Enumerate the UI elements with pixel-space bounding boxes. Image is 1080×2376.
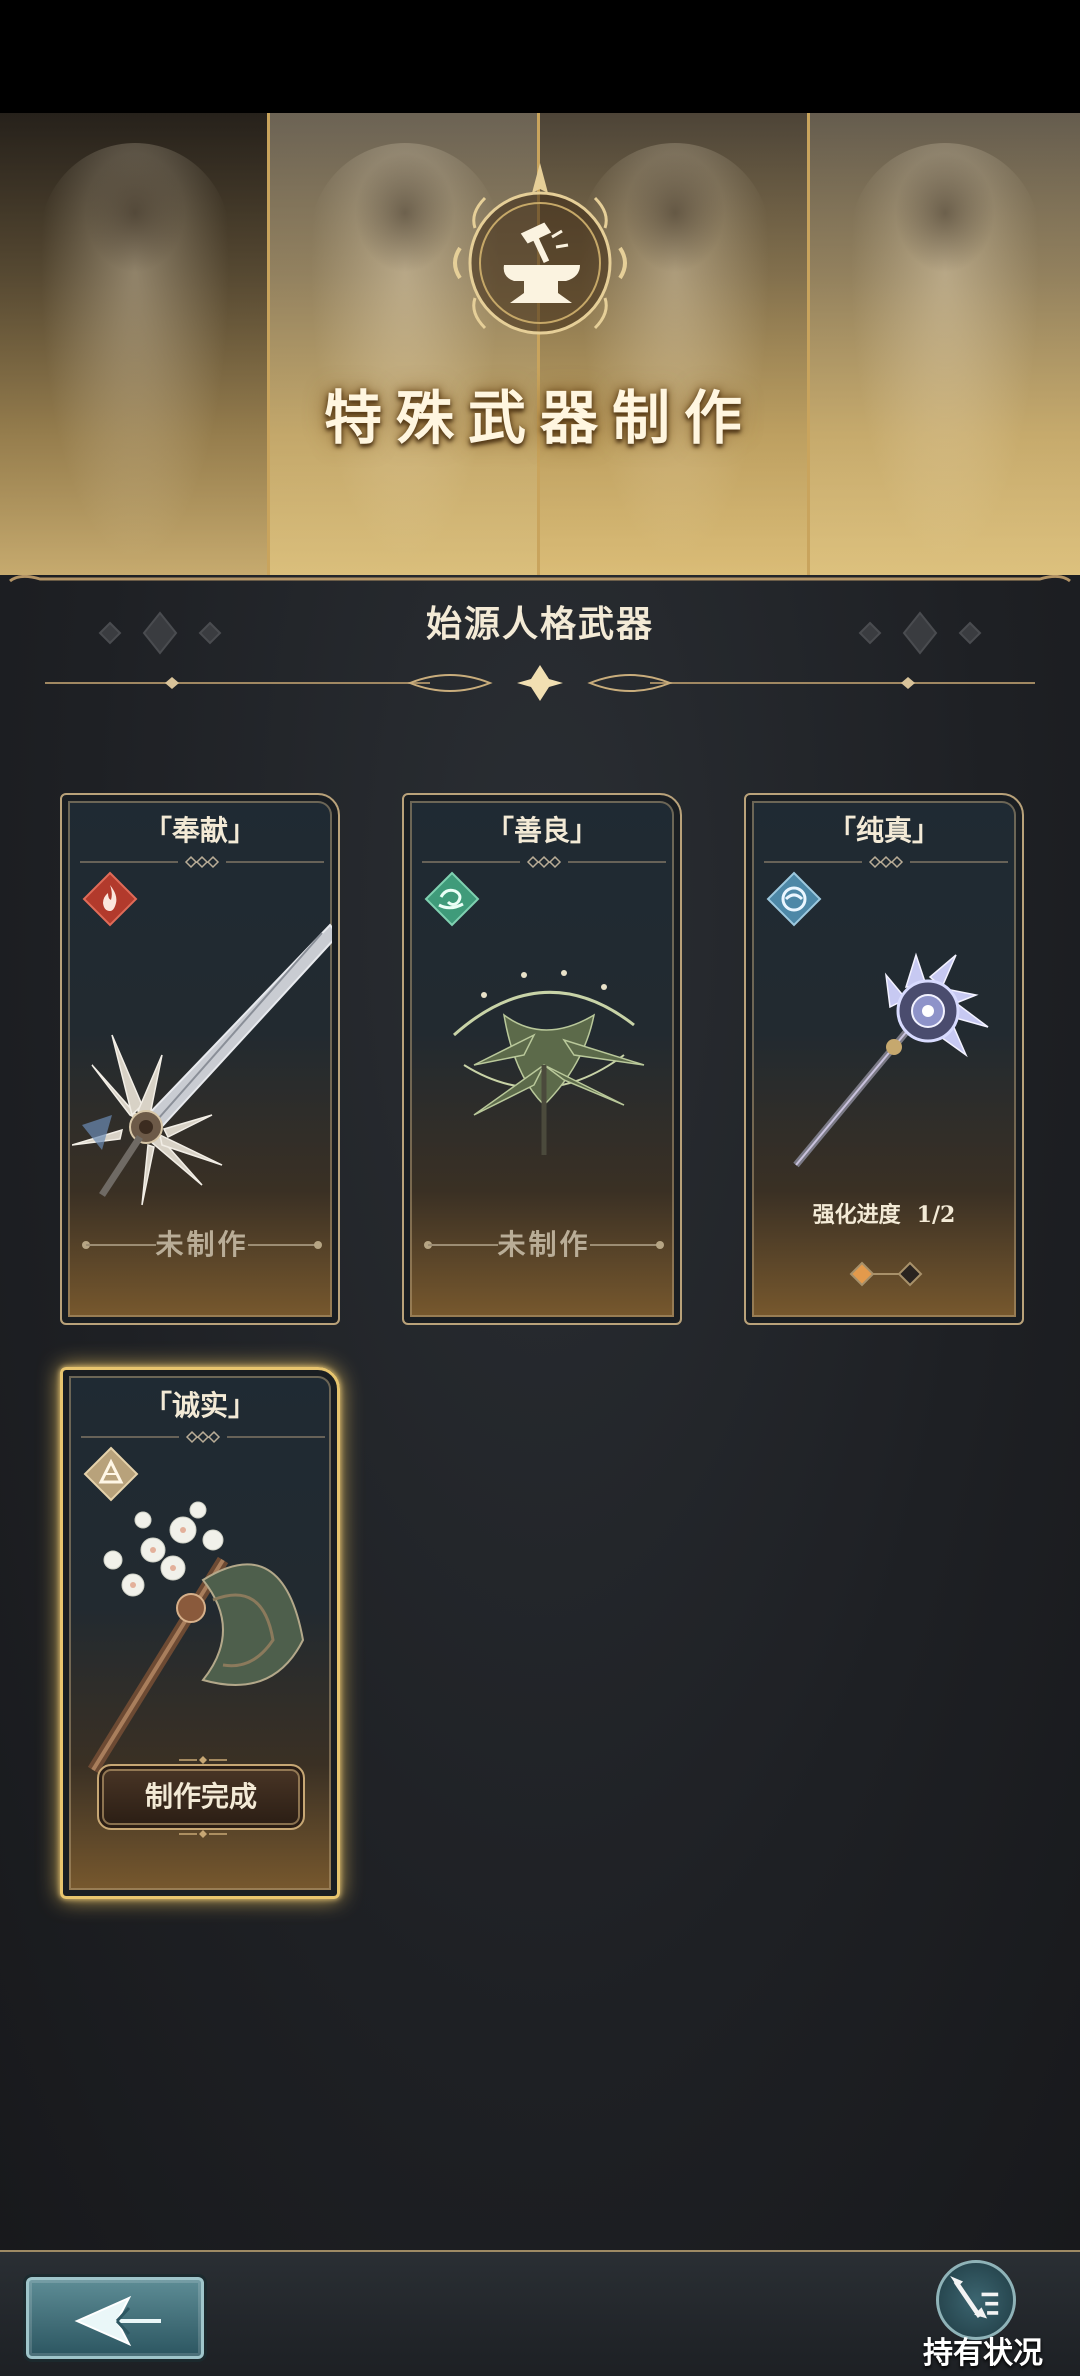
craft-status-text: 未制作	[497, 1228, 591, 1261]
section-header: 始源人格武器	[0, 575, 1080, 725]
status-bar	[0, 0, 1080, 113]
craft-complete-badge: 制作完成	[97, 1756, 305, 1838]
holdings-status-label: 持有状况	[923, 2336, 1043, 2371]
weapon-card-innocence[interactable]: 「纯真」 强化进度 1/2	[744, 793, 1024, 1325]
header-banner: 特殊武器制作	[0, 113, 1080, 575]
card-divider	[422, 855, 666, 869]
page-title: 特殊武器制作	[323, 384, 756, 452]
holdings-status-button[interactable]: 持有状况	[908, 2260, 1058, 2372]
section-title: 始源人格武器	[425, 603, 654, 645]
weapon-card-devotion[interactable]: 「奉献」 未制作	[60, 793, 340, 1325]
anvil-hammer-icon	[453, 163, 627, 335]
main-content: 始源人格武器 「奉献」 未制作 「善良」 未制作 「纯真」 强化进度 1/2 「…	[0, 575, 1080, 2250]
weapon-art-bow	[453, 970, 645, 1155]
craft-complete-text: 制作完成	[144, 1780, 257, 1813]
upgrade-progress: 强化进度 1/2	[746, 1197, 1022, 1229]
upgrade-progress-indicator	[849, 1261, 923, 1287]
card-divider	[81, 1430, 325, 1444]
back-button[interactable]	[26, 2277, 204, 2359]
weapon-name: 「纯真」	[827, 814, 940, 847]
character-art-panel	[0, 113, 270, 575]
craft-status: 未制作	[418, 1225, 670, 1265]
weapon-name: 「奉献」	[143, 814, 256, 847]
weapon-art-staff	[793, 952, 989, 1168]
weapon-art-greatsword	[72, 923, 332, 1206]
upgrade-progress-label: 强化进度	[812, 1202, 901, 1228]
card-divider	[764, 855, 1008, 869]
bottom-bar: 持有状况	[0, 2250, 1080, 2376]
weapon-art-axe	[87, 1501, 305, 1774]
weapon-name: 「善良」	[485, 814, 598, 847]
character-art-panel	[810, 113, 1080, 575]
weapon-name: 「诚实」	[143, 1389, 256, 1422]
craft-status: 未制作	[76, 1225, 328, 1265]
card-divider	[80, 855, 324, 869]
upgrade-progress-value: 1/2	[916, 1202, 956, 1228]
back-arrow-icon	[74, 2295, 161, 2347]
weapon-card-honesty[interactable]: 「诚实」 制作完成	[60, 1367, 340, 1899]
weapon-card-kindness[interactable]: 「善良」 未制作	[402, 793, 682, 1325]
craft-status-text: 未制作	[155, 1228, 249, 1261]
